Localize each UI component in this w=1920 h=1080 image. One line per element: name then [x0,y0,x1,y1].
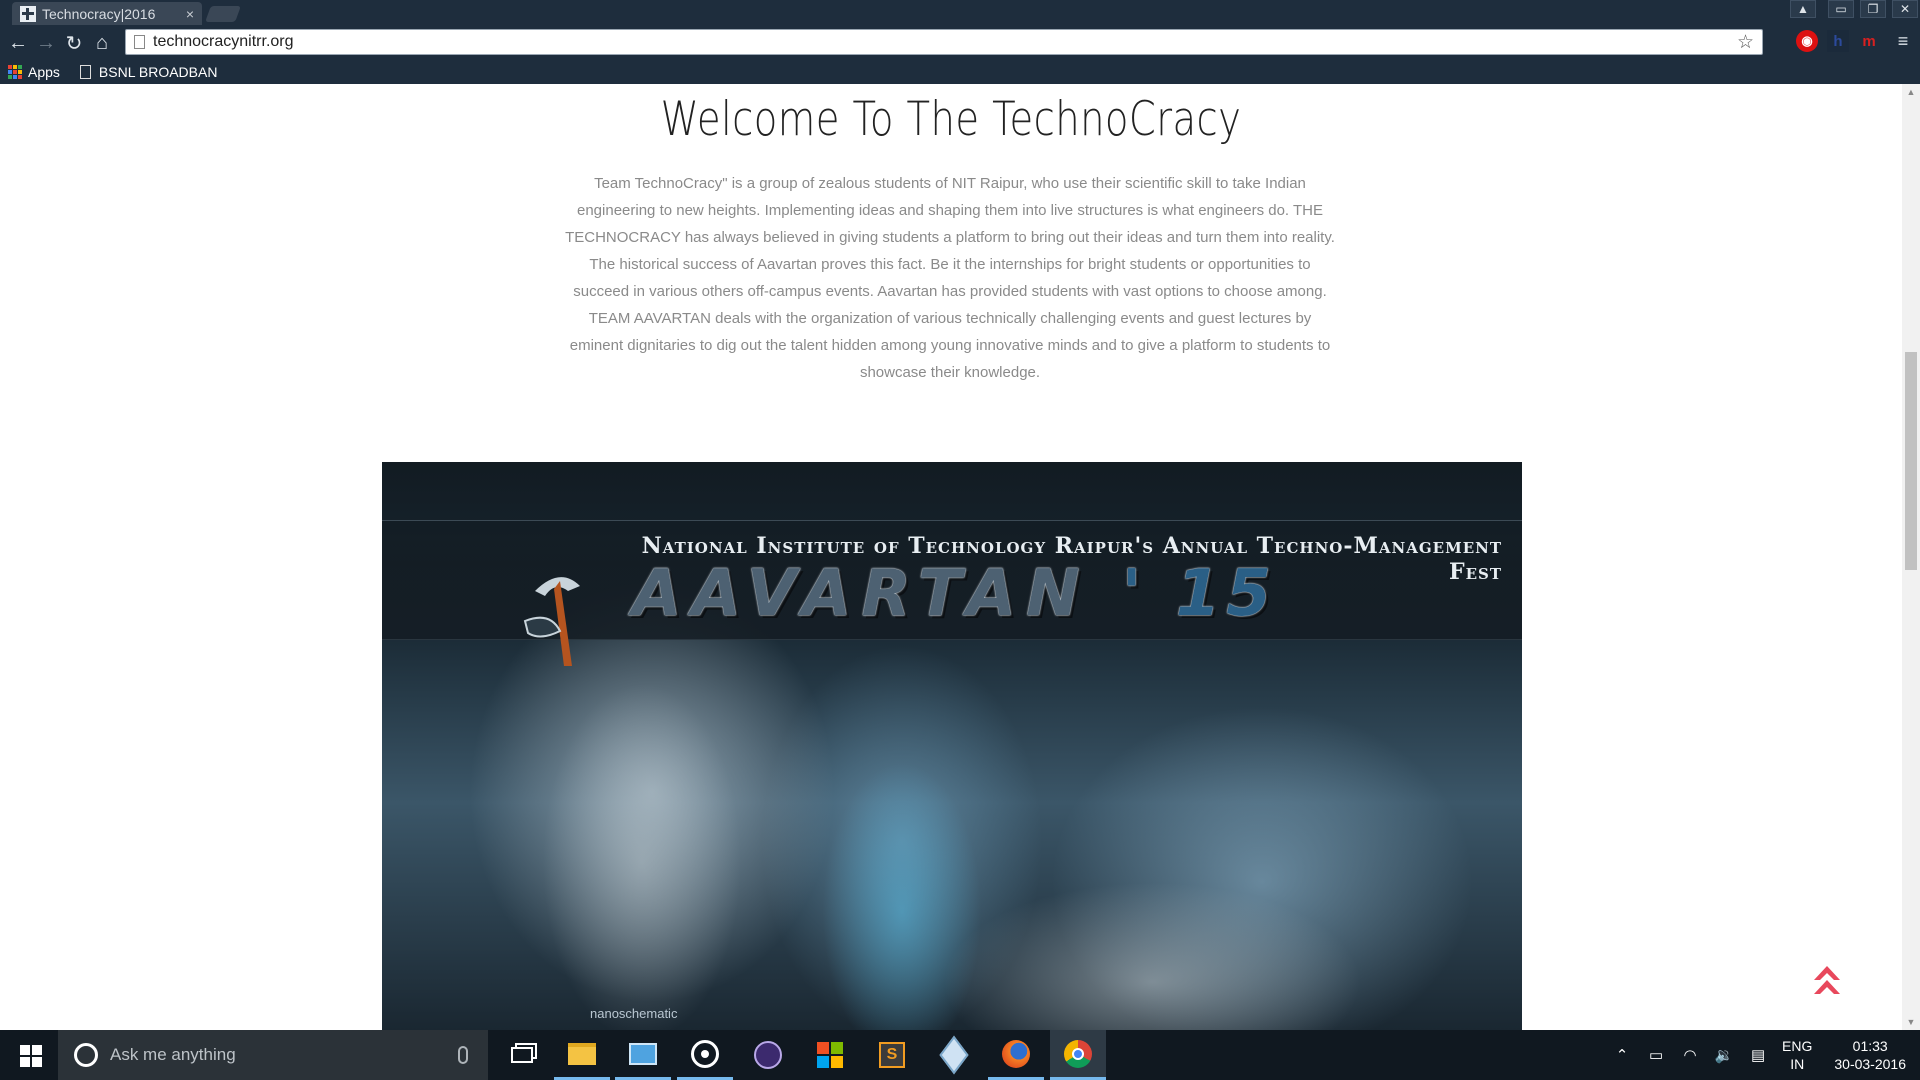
battery-icon[interactable]: ▭ [1646,1046,1666,1064]
tab-strip: Technocracy|2016 × ▲ ▭ ❐ ✕ [0,0,1920,25]
intro-paragraph: Team TechnoCracy" is a group of zealous … [565,175,1335,381]
scrollbar-thumb[interactable] [1905,352,1917,570]
bookmarks-bar: Apps BSNL BROADBAN [0,59,1920,84]
bookmark-bsnl[interactable]: BSNL BROADBAN [99,64,218,80]
helix-shape [542,682,742,1030]
hero-title-text: AAVARTAN [632,557,1090,631]
region-code: IN [1790,1056,1805,1072]
hero-title-band: National Institute of Technology Raipur'… [382,520,1522,666]
back-arrow-icon[interactable]: ← [4,29,32,57]
close-button[interactable]: ✕ [1892,0,1918,18]
task-view-icon[interactable] [494,1030,550,1080]
bookmark-star-icon[interactable]: ☆ [1737,31,1754,54]
reload-icon[interactable]: ↻ [60,29,88,57]
volume-icon[interactable]: 🔉 [1714,1046,1734,1064]
chrome-icon[interactable] [1050,1030,1106,1080]
chevron-up-icon[interactable]: ⌃ [1612,1046,1632,1064]
forward-arrow-icon[interactable]: → [32,29,60,57]
restore-button[interactable]: ❐ [1860,0,1886,18]
menu-icon[interactable]: ≡ [1892,30,1914,52]
wifi-icon[interactable]: ◠ [1680,1046,1700,1064]
clock-date: 30-03-2016 [1834,1056,1906,1072]
extension-m-icon[interactable]: m [1858,30,1880,52]
file-explorer-icon[interactable] [554,1030,610,1080]
back-to-top-icon[interactable] [1812,964,1842,998]
aavartan-logo-icon [523,577,580,666]
address-bar[interactable]: technocracynitrr.org ☆ [125,29,1763,55]
office-icon[interactable] [802,1030,858,1080]
scroll-up-arrow-icon[interactable]: ▲ [1902,84,1920,100]
browser-toolbar: ← → ↻ ⌂ technocracynitrr.org ☆ ◉ h m ≡ [0,27,1920,59]
tab-title: Technocracy|2016 [42,5,156,22]
windows-start-icon[interactable] [20,1045,42,1067]
web-page: Welcome To The TechnoCracy Team TechnoCr… [0,84,1920,1030]
windows-taskbar: Ask me anything S ⌃ ▭ ◠ 🔉 ▤ ENG IN 01:33… [0,1030,1920,1080]
system-tray: ⌃ ▭ ◠ 🔉 ▤ ENG IN 01:33 30-03-2016 [1612,1030,1906,1080]
clock[interactable]: 01:33 30-03-2016 [1834,1037,1906,1073]
profile-icon[interactable]: ▲ [1790,0,1816,18]
extension-h-icon[interactable]: h [1827,30,1849,52]
sublime-text-icon[interactable]: S [864,1030,920,1080]
bookmark-apps[interactable]: Apps [28,64,60,80]
language-indicator[interactable]: ENG IN [1782,1037,1812,1073]
home-icon[interactable]: ⌂ [88,29,116,57]
microphone-icon[interactable] [458,1046,468,1064]
site-favicon-icon [20,5,36,22]
firefox-icon[interactable] [988,1030,1044,1080]
scroll-down-arrow-icon[interactable]: ▼ [1902,1014,1920,1030]
media-player-icon[interactable] [677,1030,733,1080]
adblock-extension-icon[interactable]: ◉ [1796,30,1818,52]
cortana-search-box[interactable]: Ask me anything [58,1030,488,1080]
action-center-icon[interactable]: ▤ [1748,1046,1768,1064]
language-code: ENG [1782,1038,1813,1054]
page-heading: Welcome To The TechnoCracy [660,92,1242,147]
new-tab-button[interactable] [205,6,241,22]
clock-time: 01:33 [1852,1038,1888,1054]
hero-year: ' 15 [1121,557,1277,631]
url-text: technocracynitrr.org [153,33,294,50]
search-placeholder: Ask me anything [110,1045,236,1064]
eclipse-icon[interactable] [740,1030,796,1080]
browser-tab[interactable]: Technocracy|2016 × [12,2,202,25]
page-icon [134,35,145,49]
cortana-icon [74,1043,98,1067]
tab-close-icon[interactable]: × [186,6,194,22]
hero-title: AAVARTAN ' 15 [632,557,1277,631]
hero-caption: nanoschematic [590,1006,678,1021]
bookmark-page-icon [79,64,91,79]
virtualbox-icon[interactable] [926,1030,982,1080]
apps-grid-icon[interactable] [8,64,22,79]
hero-banner-image: National Institute of Technology Raipur'… [382,462,1522,1030]
minimize-button[interactable]: ▭ [1828,0,1854,18]
page-scrollbar[interactable]: ▲ ▼ [1902,84,1920,1030]
hand-shape [942,882,1362,1030]
window-controls: ▲ ▭ ❐ ✕ [1790,0,1918,20]
control-panel-icon[interactable] [615,1030,671,1080]
browser-chrome: Technocracy|2016 × ▲ ▭ ❐ ✕ ← → ↻ ⌂ techn… [0,0,1920,84]
